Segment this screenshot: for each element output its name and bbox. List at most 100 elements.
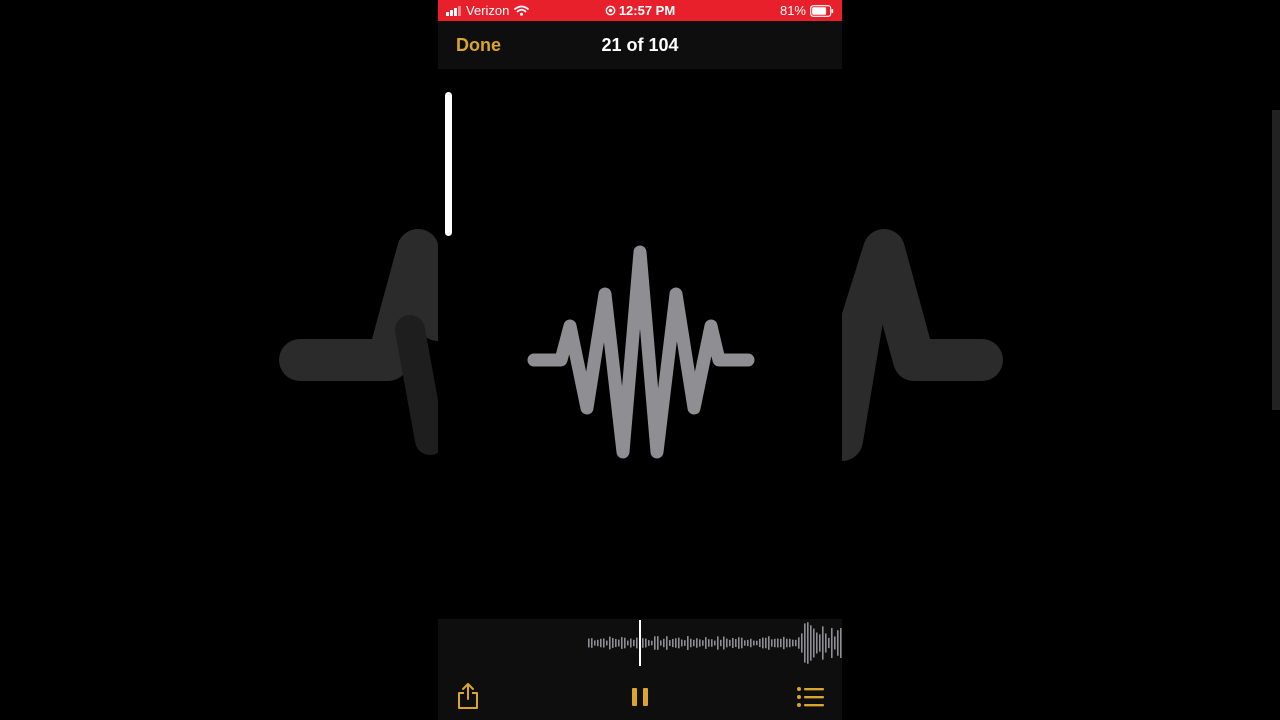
waveform-bar [597, 639, 599, 647]
waveform-bar [756, 640, 758, 646]
waveform-bar [606, 640, 608, 646]
waveform-bar [762, 637, 764, 649]
share-icon[interactable] [456, 682, 480, 710]
waveform-bar [663, 638, 665, 648]
waveform-bar [768, 636, 770, 650]
waveform-bar [684, 640, 686, 646]
waveform-bar [732, 637, 734, 649]
waveform-bar [828, 637, 830, 649]
waveform-bar [609, 636, 611, 650]
waveform-bar [720, 639, 722, 647]
waveform-bar [657, 636, 659, 650]
waveform-bar [714, 640, 716, 646]
waveform-bar [786, 638, 788, 648]
waveform-bar [753, 640, 755, 646]
waveform-bar [678, 637, 680, 649]
waveform-bar [654, 636, 656, 650]
waveform-bar [738, 637, 740, 649]
waveform-bar [693, 639, 695, 647]
location-icon [605, 5, 616, 16]
waveform-bar [807, 622, 809, 664]
waveform-bar [645, 638, 647, 648]
waveform-bar [696, 638, 698, 648]
waveform-bar [825, 633, 827, 653]
waveform-bar [633, 639, 635, 647]
waveform-bar [774, 638, 776, 648]
waveform-bar [699, 639, 701, 647]
waveform-bar [621, 637, 623, 649]
waveform-bar [747, 639, 749, 647]
navigation-bar: Done 21 of 104 [438, 21, 842, 69]
waveform-bar [669, 640, 671, 646]
waveform-bar [789, 638, 791, 648]
battery-percent-label: 81% [779, 3, 806, 18]
waveform-bar [819, 634, 821, 652]
list-icon[interactable] [796, 685, 826, 709]
waveform-bar [651, 640, 653, 646]
waveform-bar [708, 639, 710, 647]
waveform-bar [675, 638, 677, 648]
waveform-bar [624, 637, 626, 649]
waveform-bar [600, 638, 602, 648]
waveform-bar [588, 638, 590, 648]
waveform-bar [771, 639, 773, 647]
waveform-bar [642, 638, 644, 648]
waveform-bar [636, 637, 638, 649]
waveform-bar [804, 623, 806, 663]
waveform-bar [834, 636, 836, 650]
waveform-bar [735, 638, 737, 648]
waveform-icon [527, 245, 755, 459]
waveform-bar [837, 630, 839, 656]
waveform-bar [615, 638, 617, 648]
waveform-bar [723, 636, 725, 650]
waveform-bar [792, 639, 794, 647]
blurred-background-left [0, 0, 438, 720]
waveform-bar [744, 640, 746, 646]
waveform-bar [648, 640, 650, 646]
waveform-bar [750, 638, 752, 648]
waveform-bar [690, 638, 692, 648]
waveform-bar [813, 628, 815, 658]
waveform-bar [780, 638, 782, 648]
waveform-bar [672, 638, 674, 648]
waveform-bar [783, 636, 785, 650]
waveform-bar [726, 638, 728, 648]
time-label: 12:57 PM [618, 3, 676, 18]
waveform-bar [681, 639, 683, 647]
playhead-line[interactable] [639, 620, 641, 666]
waveform-bar [612, 638, 614, 648]
waveform-bar [630, 638, 632, 648]
waveform-bar [795, 639, 797, 647]
waveform-bar [702, 640, 704, 646]
waveform-bar [705, 637, 707, 649]
audio-scrubber-waveform[interactable] [438, 619, 842, 669]
waveform-bar [591, 638, 593, 648]
scroll-indicator[interactable] [445, 92, 452, 236]
status-bar: Verizon 12:57 PM 81% [438, 0, 842, 21]
pause-icon[interactable] [628, 685, 652, 709]
waveform-bar [660, 640, 662, 646]
waveform-bar [666, 636, 668, 650]
waveform-bar [765, 637, 767, 649]
waveform-bar [717, 636, 719, 650]
waveform-bar [822, 626, 824, 660]
waveform-bar [594, 640, 596, 646]
waveform-bar [777, 638, 779, 648]
waveform-bar [816, 632, 818, 654]
waveform-bar [798, 637, 800, 649]
waveform-bar [711, 639, 713, 647]
screen-recording-frame: Verizon 12:57 PM 81% Done 21 of 104 [0, 0, 1280, 720]
blurred-background-right [842, 0, 1280, 720]
waveform-bar [741, 637, 743, 649]
battery-icon [810, 4, 834, 17]
player-controls [438, 619, 842, 720]
waveform-bar [801, 633, 803, 653]
waveform-bar [810, 625, 812, 661]
waveform-bar [840, 628, 842, 658]
waveform-bar [627, 640, 629, 646]
page-counter-title: 21 of 104 [601, 35, 679, 55]
waveform-bar [831, 628, 833, 658]
waveform-bar [618, 639, 620, 647]
waveform-bar [687, 636, 689, 650]
phone-screen: Verizon 12:57 PM 81% Done 21 of 104 [438, 0, 842, 720]
